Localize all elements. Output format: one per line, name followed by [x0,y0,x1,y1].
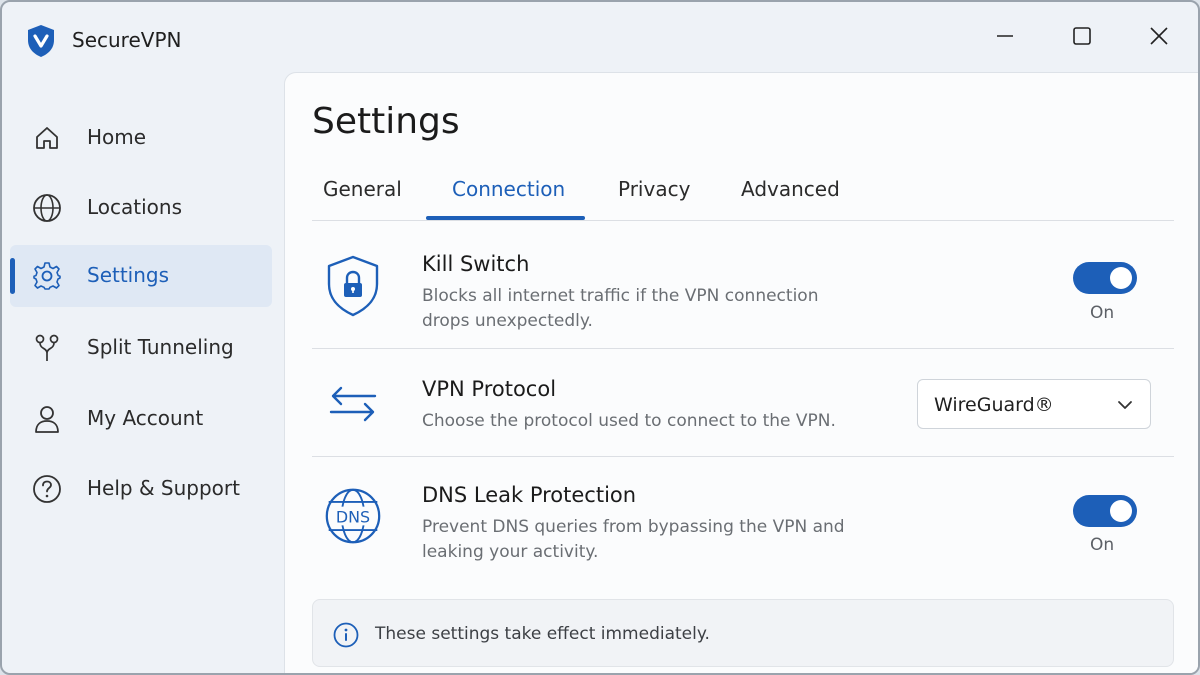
title-bar: SecureVPN [2,2,1198,72]
maximize-icon [1073,27,1091,45]
arrows-exchange-icon [324,375,382,433]
sidebar-item-my-account[interactable]: My Account [10,388,272,450]
gear-icon [32,261,62,291]
vpn-protocol-title: VPN Protocol [422,377,557,401]
dns-leak-toggle[interactable] [1073,495,1137,527]
tab-advanced[interactable]: Advanced [741,177,840,201]
sidebar-item-split-tunneling[interactable]: Split Tunneling [10,317,272,379]
dns-leak-title: DNS Leak Protection [422,483,637,507]
info-icon [333,622,359,648]
tab-general[interactable]: General [323,177,402,201]
kill-switch-state: On [1090,303,1115,323]
dns-globe-icon: DNS [324,487,382,545]
vpn-protocol-description: Choose the protocol used to connect to t… [422,411,836,431]
info-text: These settings take effect immediately. [375,624,710,644]
close-icon [1150,27,1168,45]
split-icon [32,333,62,363]
kill-switch-row: Kill Switch Blocks all internet traffic … [312,221,1174,349]
vpn-protocol-dropdown[interactable]: WireGuard® [917,379,1151,429]
chevron-down-icon [1118,401,1132,409]
dns-leak-state: On [1090,535,1115,555]
tab-connection[interactable]: Connection [452,177,565,201]
app-title: SecureVPN [72,28,182,52]
sidebar-item-label: My Account [87,406,204,430]
settings-panel: Settings General Connection Privacy Adva… [284,72,1198,673]
sidebar-item-label: Help & Support [87,476,240,500]
maximize-button[interactable] [1052,16,1112,56]
home-icon [32,123,62,153]
toggle-knob [1110,500,1132,522]
minimize-icon [997,35,1013,37]
dns-icon-text: DNS [336,508,370,527]
sidebar-item-locations[interactable]: Locations [10,177,272,239]
info-banner: These settings take effect immediately. [312,599,1174,667]
page-title: Settings [312,101,460,142]
sidebar-item-settings[interactable]: Settings [10,245,272,307]
dns-leak-row: DNS DNS Leak Protection Prevent DNS quer… [312,457,1174,587]
kill-switch-description: Blocks all internet traffic if the VPN c… [422,286,819,331]
sidebar-item-label: Split Tunneling [87,335,234,359]
minimize-button[interactable] [975,16,1035,56]
sidebar-item-home[interactable]: Home [10,107,272,169]
kill-switch-toggle[interactable] [1073,262,1137,294]
vpn-protocol-selected: WireGuard® [934,394,1054,416]
vpn-protocol-row: VPN Protocol Choose the protocol used to… [312,349,1174,457]
kill-switch-title: Kill Switch [422,252,530,276]
sidebar: Home Locations Settings Split Tunneling [2,72,284,673]
app-window: SecureVPN Home Locations Settings Split … [0,0,1200,675]
user-icon [32,404,62,434]
sidebar-item-label: Settings [87,263,170,287]
sidebar-item-help-support[interactable]: Help & Support [10,458,272,520]
tab-privacy[interactable]: Privacy [618,177,690,201]
sidebar-item-label: Locations [87,195,183,219]
active-tab-indicator [426,216,585,220]
tab-bar: General Connection Privacy Advanced [312,161,1174,221]
active-indicator [10,258,15,294]
toggle-knob [1110,267,1132,289]
app-logo-shield-icon [28,25,54,57]
shield-lock-icon [324,255,382,317]
sidebar-item-label: Home [87,125,147,149]
globe-icon [32,193,62,223]
help-icon [32,474,62,504]
close-button[interactable] [1129,16,1189,56]
dns-leak-description: Prevent DNS queries from bypassing the V… [422,517,845,562]
